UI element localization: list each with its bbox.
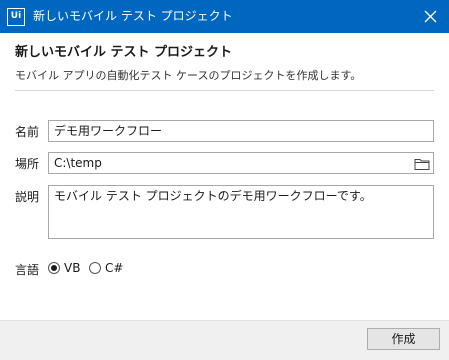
name-label: 名前 [15,125,40,139]
radio-csharp[interactable] [89,262,101,274]
name-input[interactable]: デモ用ワークフロー [48,120,434,142]
create-button[interactable]: 作成 [367,328,440,350]
browse-folder-button[interactable] [410,152,434,174]
language-label: 言語 [15,263,40,277]
close-button[interactable] [422,8,439,25]
header-divider [15,90,434,91]
uipath-logo-icon: Ui [7,8,25,26]
radio-vb[interactable] [48,262,60,274]
close-icon [424,10,437,23]
dialog-heading: 新しいモバイル テスト プロジェクト [15,45,233,60]
description-textarea[interactable]: モバイル テスト プロジェクトのデモ用ワークフローです。 [48,185,434,239]
new-mobile-test-project-dialog: Ui 新しいモバイル テスト プロジェクト 新しいモバイル テスト プロジェクト… [0,0,449,360]
description-label: 説明 [15,190,40,204]
radio-vb-label[interactable]: VB [64,261,80,276]
title-bar: Ui 新しいモバイル テスト プロジェクト [0,0,449,33]
dialog-description: モバイル アプリの自動化テスト ケースのプロジェクトを作成します。 [15,69,362,82]
folder-icon [414,159,430,170]
location-input[interactable]: C:\temp [48,152,411,174]
window-title: 新しいモバイル テスト プロジェクト [33,9,233,23]
radio-csharp-label[interactable]: C# [105,261,123,276]
radio-selected-dot [51,265,57,271]
location-label: 場所 [15,157,40,171]
